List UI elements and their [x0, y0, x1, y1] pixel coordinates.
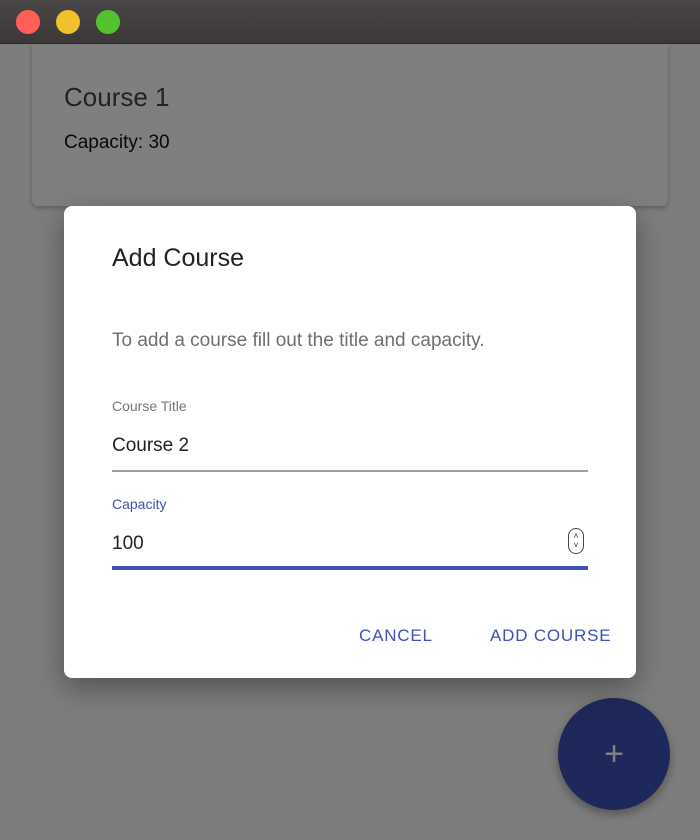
capacity-underline [112, 566, 588, 570]
close-window-button[interactable] [16, 10, 40, 34]
capacity-input[interactable] [112, 532, 588, 556]
app-window: Course 1 Capacity: 30 + Add Course To ad… [0, 0, 700, 840]
dialog-description: To add a course fill out the title and c… [112, 330, 485, 351]
dialog-title: Add Course [112, 244, 245, 272]
course-title-input[interactable] [112, 434, 588, 458]
title-bar [0, 0, 700, 44]
capacity-label: Capacity [112, 496, 167, 512]
number-stepper-icon[interactable]: ˄ ˅ [568, 528, 584, 554]
add-course-dialog: Add Course To add a course fill out the … [64, 206, 636, 678]
stepper-down-icon[interactable]: ˅ [573, 541, 578, 550]
dialog-actions: CANCEL ADD COURSE [64, 626, 636, 646]
course-title-field: Course Title [112, 398, 588, 472]
course-title-label: Course Title [112, 398, 187, 414]
minimize-window-button[interactable] [56, 10, 80, 34]
add-course-button[interactable]: ADD COURSE [490, 626, 611, 646]
maximize-window-button[interactable] [96, 10, 120, 34]
course-title-underline [112, 470, 588, 472]
cancel-button[interactable]: CANCEL [359, 626, 433, 646]
capacity-field: Capacity ˄ ˅ [112, 496, 588, 570]
